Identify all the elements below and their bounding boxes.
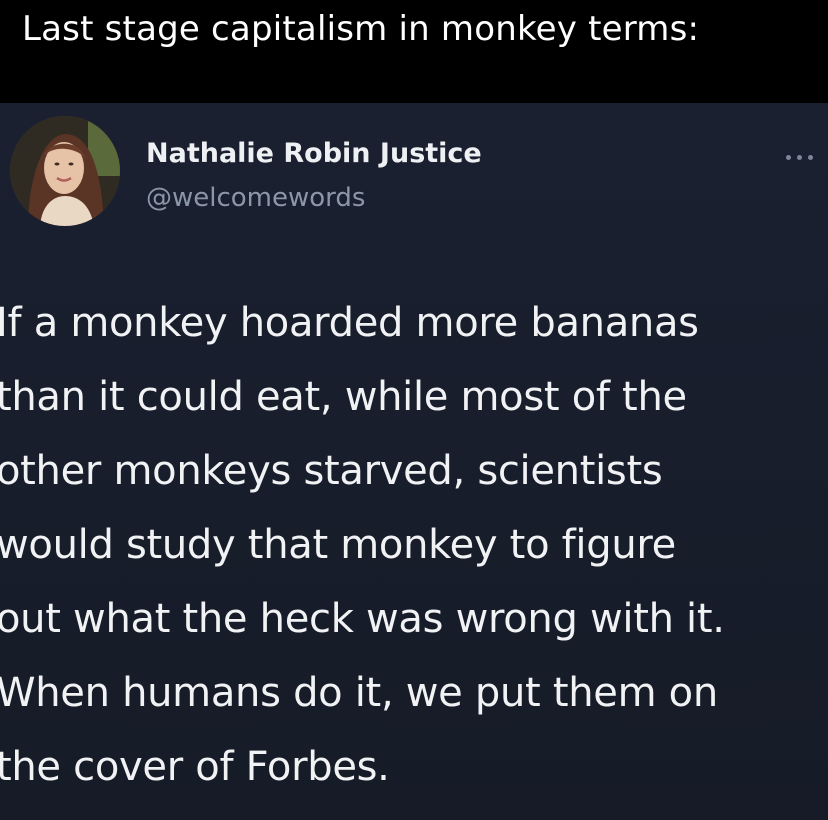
tweet-text-line: would study that monkey to figure <box>0 522 676 568</box>
tweet-text-line: other monkeys starved, scientists <box>0 448 663 494</box>
avatar[interactable] <box>10 116 120 226</box>
tweet-text-line: When humans do it, we put them on <box>0 670 718 716</box>
author-name[interactable]: Nathalie Robin Justice <box>146 138 482 169</box>
avatar-photo <box>10 116 120 226</box>
author-handle[interactable]: @welcomewords <box>146 183 365 213</box>
tweet-card: Nathalie Robin Justice @welcomewords If … <box>0 103 828 820</box>
more-horizontal-icon <box>786 154 791 160</box>
meme-caption: Last stage capitalism in monkey terms: <box>22 9 700 49</box>
tweet-text-line: out what the heck was wrong with it. <box>0 596 725 642</box>
more-options-button[interactable] <box>786 147 828 167</box>
more-horizontal-icon <box>808 154 813 160</box>
tweet-text-line: than it could eat, while most of the <box>0 374 687 420</box>
tweet-text-line: the cover of Forbes. <box>0 744 390 790</box>
tweet-text-line: If a monkey hoarded more bananas <box>0 300 699 346</box>
more-horizontal-icon <box>797 154 802 160</box>
meme-caption-bar: Last stage capitalism in monkey terms: <box>0 0 828 103</box>
tweet-text: If a monkey hoarded more bananas than it… <box>0 286 828 804</box>
